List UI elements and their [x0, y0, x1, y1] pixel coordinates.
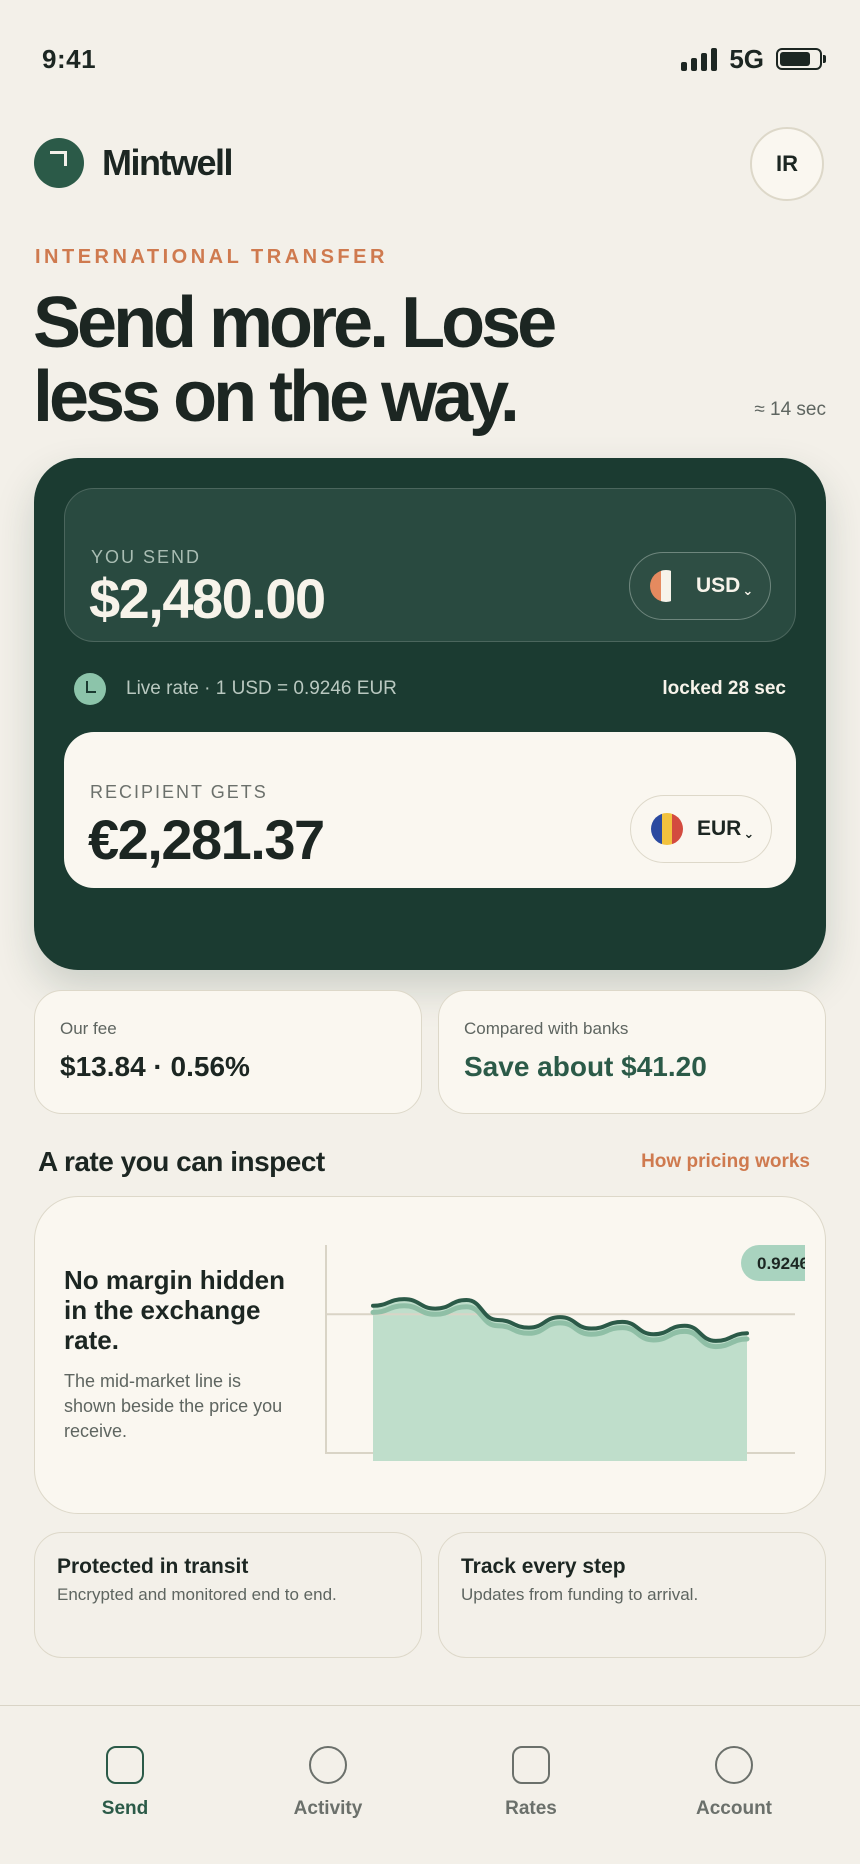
- eur-flag-stripe-1: [651, 813, 662, 845]
- rate-badge-label: 0.9246: [757, 1254, 805, 1273]
- feature-subtitle: Encrypted and monitored end to end.: [57, 1585, 337, 1604]
- rates-icon: [512, 1746, 550, 1784]
- live-rate-text: Live rate · 1 USD = 0.9246 EUR: [126, 678, 397, 699]
- fee-value: $13.84 · 0.56%: [60, 1051, 250, 1082]
- receive-amount: €2,281.37: [88, 808, 325, 871]
- eur-flag-stripe-3: [672, 813, 683, 845]
- eta-label: ≈ 14 sec: [754, 399, 826, 420]
- rate-lock-timer: locked 28 sec: [662, 678, 786, 699]
- send-icon: [106, 1746, 144, 1784]
- tab-label: Account: [696, 1798, 772, 1819]
- status-time: 9:41: [42, 44, 97, 74]
- live-rate-row: Live rate · 1 USD = 0.9246 EUR locked 28…: [74, 672, 786, 706]
- feature-subtitle: Updates from funding to arrival.: [461, 1585, 699, 1604]
- eur-flag-icon: [651, 813, 683, 845]
- signal-icon: [681, 47, 718, 71]
- send-amount-field[interactable]: YOU SEND $2,480.00 USD ⌄: [64, 488, 796, 642]
- rate-badge: 0.9246: [741, 1245, 805, 1281]
- fee-label: Our fee: [60, 1019, 117, 1038]
- tab-label: Activity: [293, 1798, 363, 1819]
- receive-currency-select[interactable]: EUR ⌄: [630, 795, 772, 863]
- send-label: YOU SEND: [91, 547, 202, 567]
- send-amount[interactable]: $2,480.00: [89, 566, 326, 631]
- pricing-link[interactable]: How pricing works: [641, 1151, 810, 1173]
- brand: Mintwell: [34, 138, 234, 188]
- battery-icon: [776, 48, 826, 70]
- logo-icon: [34, 138, 84, 188]
- eyebrow: INTERNATIONAL TRANSFER: [35, 246, 388, 268]
- chevron-down-icon: ⌄: [742, 583, 754, 598]
- rate-chart: 0.9246: [325, 1245, 805, 1461]
- rate-card: No margin hidden in the exchange rate. T…: [34, 1196, 826, 1514]
- savings-value: Save about $41.20: [464, 1051, 707, 1082]
- page-title: Send more. Lose less on the way.: [33, 283, 557, 437]
- receive-currency-code: EUR: [697, 817, 742, 840]
- tab-activity[interactable]: Activity: [258, 1746, 398, 1826]
- compare-label: Compared with banks: [464, 1019, 629, 1038]
- usd-flag-stripe-3: [671, 570, 682, 602]
- tab-label: Send: [101, 1798, 149, 1819]
- eur-flag-stripe-2: [661, 813, 673, 845]
- chevron-down-icon: ⌄: [743, 826, 755, 841]
- rate-description: The mid-market line is shown beside the …: [64, 1371, 283, 1441]
- section-title: A rate you can inspect: [38, 1146, 325, 1177]
- tab-send[interactable]: Send: [55, 1746, 195, 1826]
- send-currency-code: USD: [696, 574, 741, 597]
- feature-card-protected: Protected in transit Encrypted and monit…: [34, 1532, 422, 1658]
- receive-label: RECIPIENT GETS: [90, 782, 268, 802]
- feature-title: Protected in transit: [57, 1555, 249, 1578]
- activity-icon: [309, 1746, 347, 1784]
- tab-rates[interactable]: Rates: [461, 1746, 601, 1826]
- account-icon: [715, 1746, 753, 1784]
- transfer-card: YOU SEND $2,480.00 USD ⌄ Live rate · 1 U…: [34, 458, 826, 970]
- send-currency-select[interactable]: USD ⌄: [629, 552, 771, 620]
- clock-icon: [74, 673, 106, 705]
- feature-title: Track every step: [461, 1555, 626, 1578]
- status-bar: 9:41 5G: [0, 0, 860, 120]
- app-screen: 9:41 5G Mintwell IR INTERNATIONAL TRANSF…: [0, 0, 860, 1864]
- usd-flag-stripe-2: [660, 570, 672, 602]
- tab-bar: Send Activity Rates Account: [0, 1705, 860, 1864]
- usd-flag-icon: [650, 570, 682, 602]
- brand-name: Mintwell: [102, 142, 234, 183]
- tab-account[interactable]: Account: [664, 1746, 804, 1826]
- network-label: 5G: [729, 43, 764, 74]
- tab-label: Rates: [505, 1798, 557, 1819]
- status-indicators: 5G: [681, 43, 826, 74]
- receive-amount-field[interactable]: RECIPIENT GETS €2,281.37 EUR ⌄: [64, 732, 796, 888]
- usd-flag-stripe-1: [650, 570, 661, 602]
- rate-heading: No margin hidden in the exchange rate.: [64, 1265, 285, 1355]
- feature-card-tracking: Track every step Updates from funding to…: [438, 1532, 826, 1658]
- avatar[interactable]: IR: [750, 127, 824, 201]
- bank-comparison-card: Compared with banks Save about $41.20: [438, 990, 826, 1114]
- fee-card: Our fee $13.84 · 0.56%: [34, 990, 422, 1114]
- battery-level: [780, 52, 811, 66]
